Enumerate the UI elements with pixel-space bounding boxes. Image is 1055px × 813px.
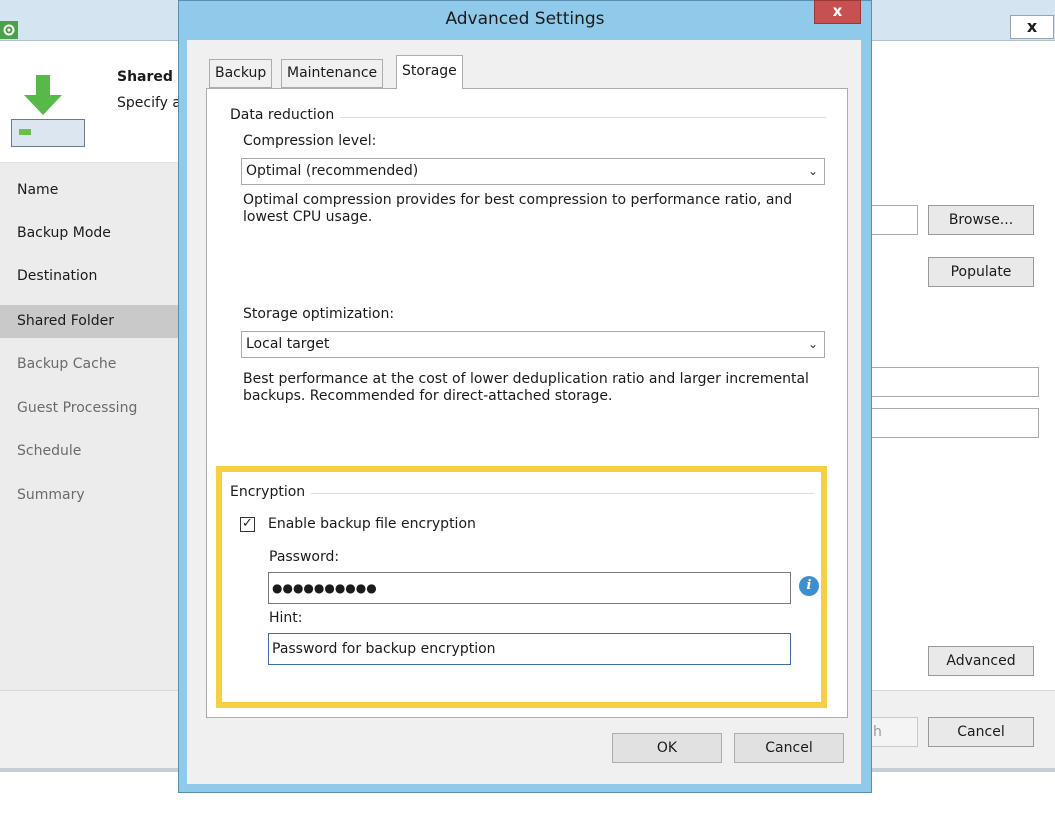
ok-button[interactable]: OK	[612, 733, 722, 763]
compression-level-label: Compression level:	[243, 133, 377, 149]
dialog-cancel-button[interactable]: Cancel	[734, 733, 844, 763]
dialog-title: Advanced Settings	[445, 9, 605, 29]
wizard-step-description: Specify a	[117, 95, 181, 111]
wizard-content: Browse... Populate Advanced	[870, 162, 1055, 690]
storage-optimization-description: Best performance at the cost of lower de…	[243, 371, 809, 404]
hint-label: Hint:	[269, 610, 303, 626]
storage-optimization-select[interactable]: Local target ⌄	[241, 331, 825, 358]
advanced-button[interactable]: Advanced	[928, 646, 1034, 676]
compression-description: Optimal compression provides for best co…	[243, 192, 793, 225]
gear-app-icon	[0, 21, 18, 39]
chevron-down-icon: ⌄	[807, 164, 818, 178]
nav-item-schedule[interactable]: Schedule	[0, 435, 180, 468]
storage-optimization-value: Local target	[246, 336, 330, 352]
checkmark-icon: ✓	[242, 516, 253, 531]
populate-button[interactable]: Populate	[928, 257, 1034, 287]
wizard-step-title: Shared F	[117, 69, 188, 85]
dialog-close-button[interactable]: x	[814, 0, 861, 24]
password-input[interactable]	[870, 408, 1039, 438]
wizard-sidebar: Name Backup Mode Destination Shared Fold…	[0, 162, 180, 691]
nav-item-backup-mode[interactable]: Backup Mode	[0, 217, 180, 250]
username-input[interactable]	[870, 367, 1039, 397]
enable-encryption-checkbox[interactable]: ✓	[240, 517, 255, 532]
storage-device-icon	[11, 119, 85, 147]
encryption-group-label: Encryption	[230, 484, 312, 500]
finish-button[interactable]: h	[870, 717, 918, 747]
data-reduction-label: Data reduction	[230, 107, 341, 123]
compression-level-value: Optimal (recommended)	[246, 163, 419, 179]
tab-maintenance[interactable]: Maintenance	[281, 59, 384, 88]
chevron-down-icon: ⌄	[807, 337, 818, 351]
info-icon[interactable]: i	[799, 576, 819, 596]
encryption-password-field[interactable]: ●●●●●●●●●●	[268, 572, 791, 604]
tab-backup[interactable]: Backup	[209, 59, 273, 88]
nav-item-name[interactable]: Name	[0, 174, 180, 207]
nav-item-summary[interactable]: Summary	[0, 479, 180, 512]
encryption-divider	[230, 493, 814, 494]
encryption-hint-field[interactable]: Password for backup encryption	[268, 633, 791, 665]
shared-folder-input[interactable]	[870, 205, 918, 235]
compression-level-select[interactable]: Optimal (recommended) ⌄	[241, 158, 825, 185]
password-label: Password:	[269, 549, 340, 565]
nav-item-guest-processing[interactable]: Guest Processing	[0, 392, 180, 425]
wizard-cancel-button[interactable]: Cancel	[928, 717, 1034, 747]
browse-button[interactable]: Browse...	[928, 205, 1034, 235]
wizard-close-button[interactable]: x	[1010, 15, 1054, 39]
nav-item-shared-folder[interactable]: Shared Folder	[0, 305, 180, 338]
storage-optimization-label: Storage optimization:	[243, 306, 395, 322]
enable-encryption-label[interactable]: Enable backup file encryption	[268, 516, 476, 532]
nav-item-backup-cache[interactable]: Backup Cache	[0, 348, 180, 381]
download-arrow-icon	[22, 75, 64, 117]
tab-storage[interactable]: Storage	[396, 55, 463, 89]
nav-item-destination[interactable]: Destination	[0, 260, 180, 293]
